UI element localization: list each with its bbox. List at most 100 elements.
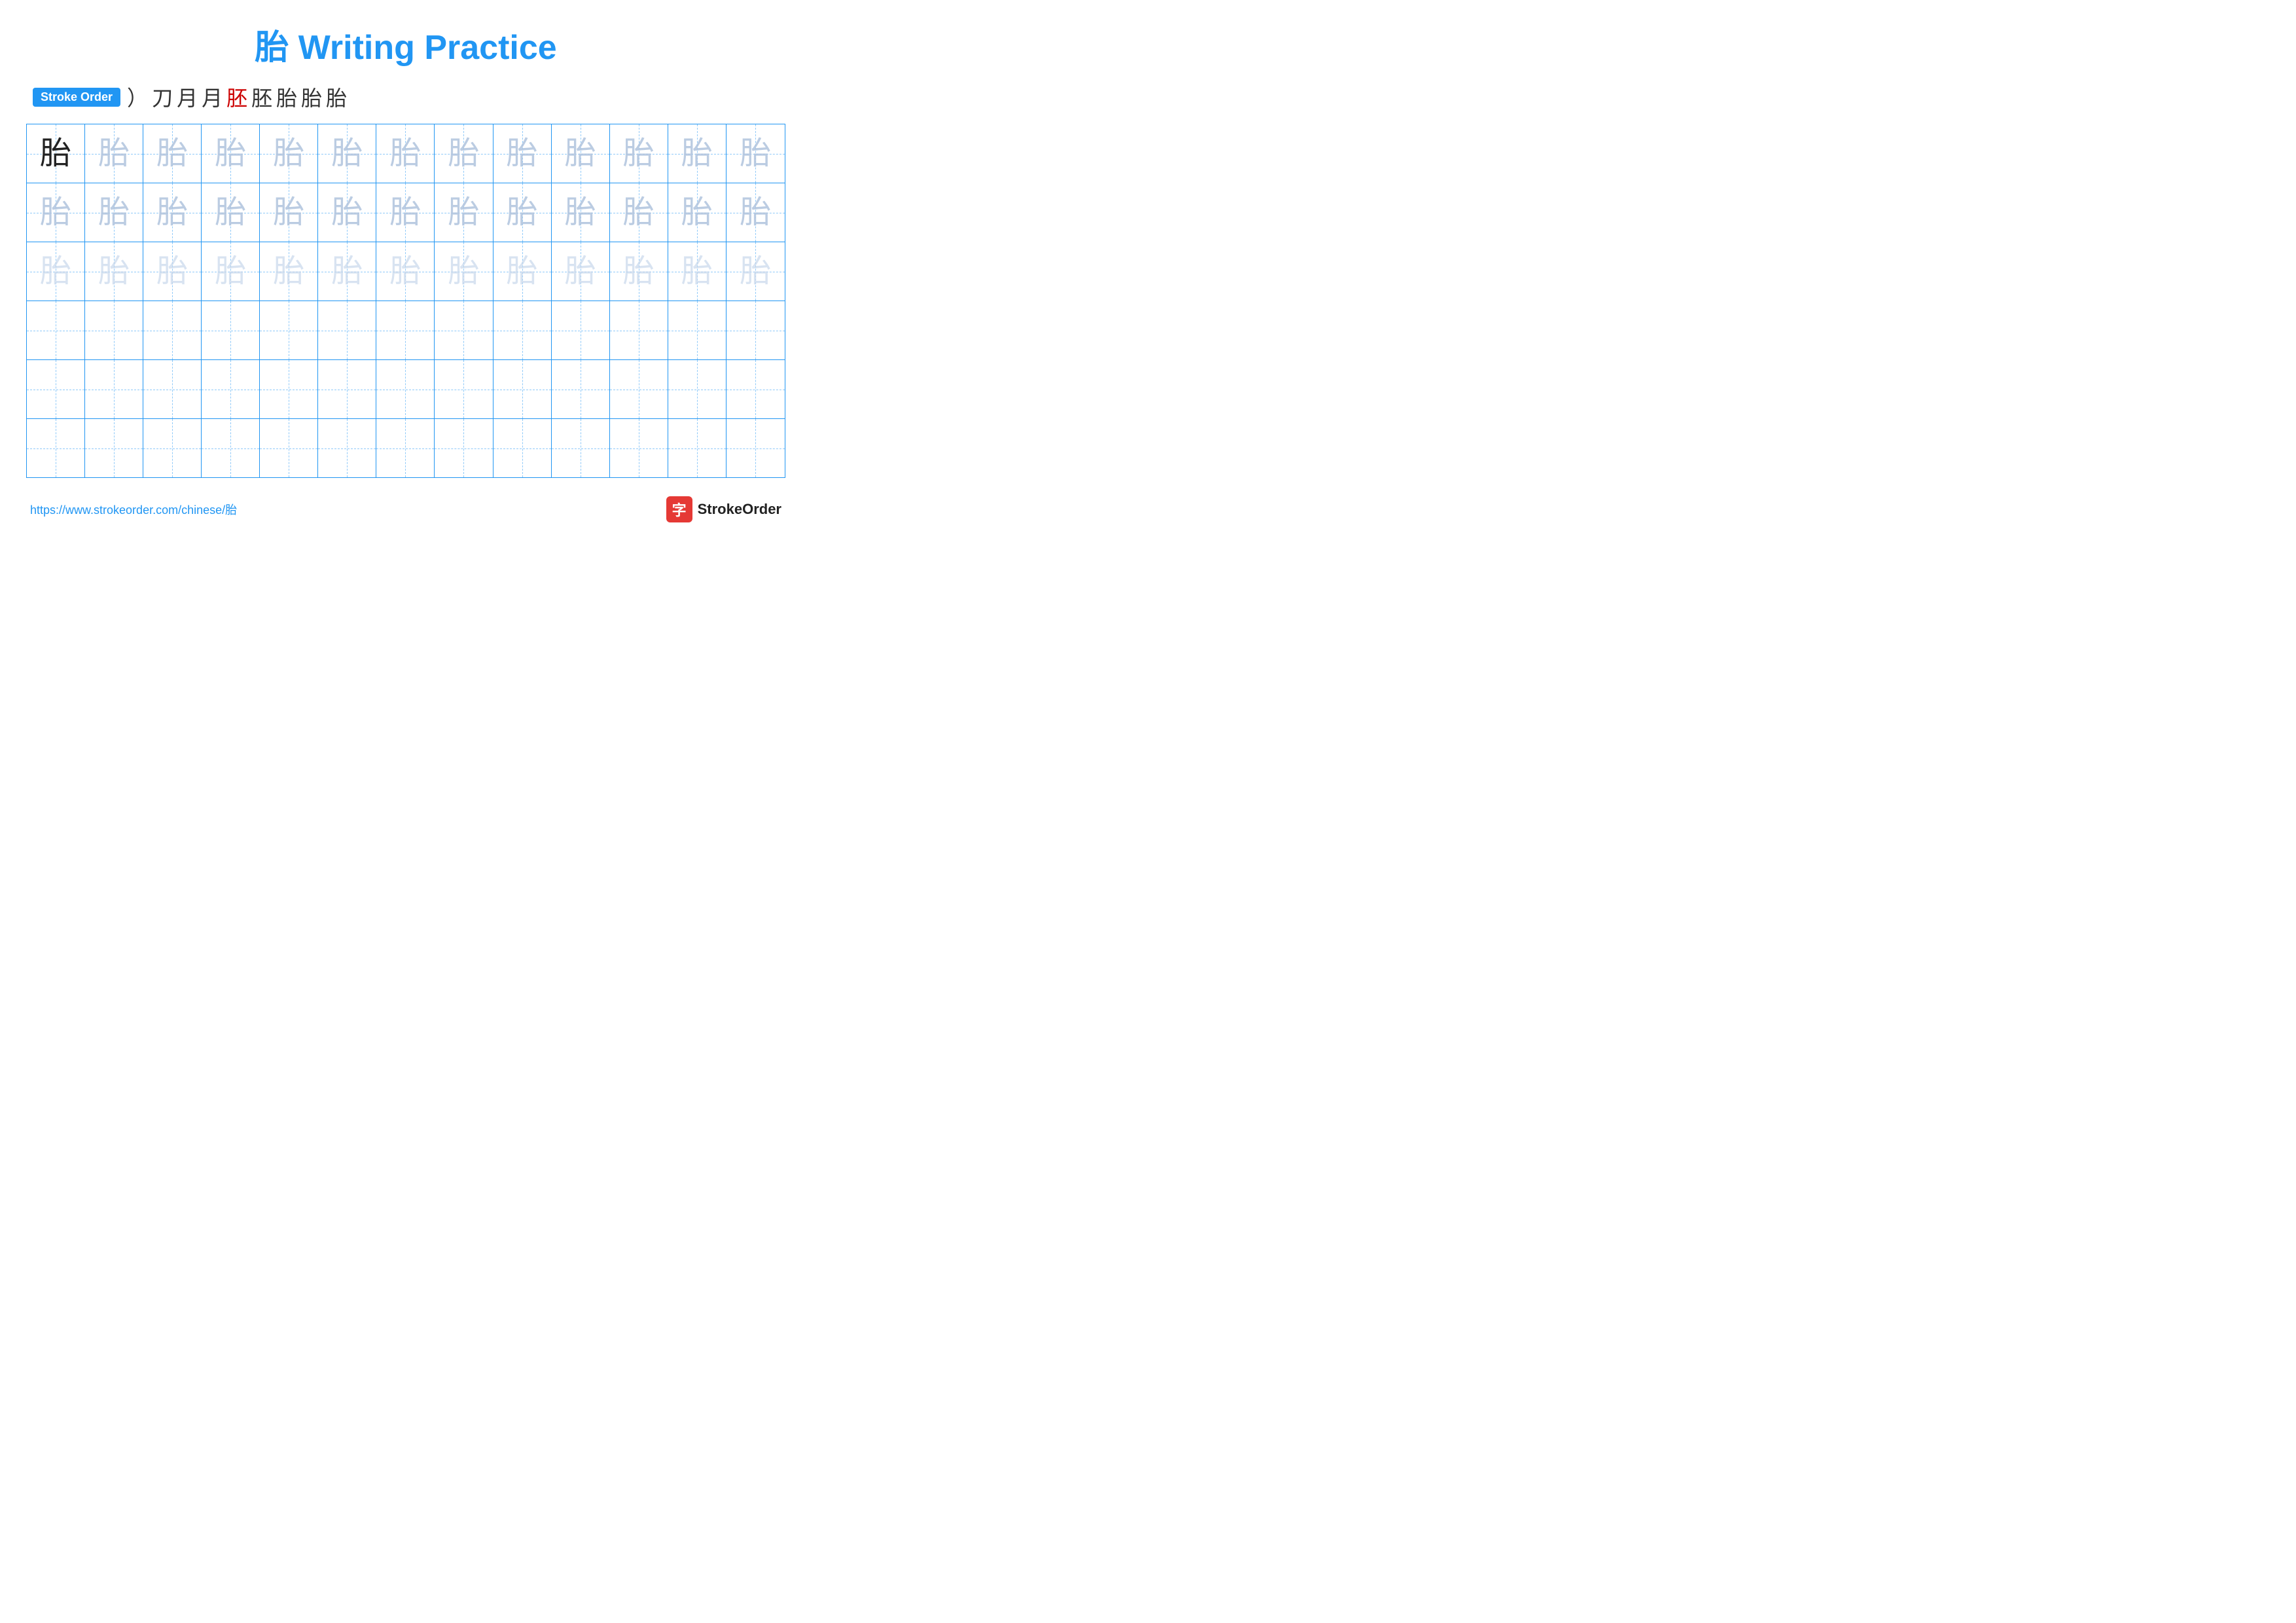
grid-cell-4-2[interactable]: [143, 301, 202, 359]
grid-cell-3-9: 胎: [552, 242, 610, 301]
grid-cell-2-4: 胎: [260, 183, 318, 242]
stroke-char-3: 月: [202, 82, 223, 112]
grid-cell-3-5: 胎: [318, 242, 376, 301]
grid-cell-5-4[interactable]: [260, 360, 318, 418]
cell-char: 胎: [681, 256, 713, 287]
cell-char: 胎: [389, 256, 421, 287]
grid-cell-6-0[interactable]: [27, 419, 85, 477]
grid-cell-4-10[interactable]: [610, 301, 668, 359]
cell-char: 胎: [681, 138, 713, 170]
grid-cell-4-5[interactable]: [318, 301, 376, 359]
cell-char: 胎: [156, 138, 188, 170]
stroke-char-2: 月: [177, 82, 198, 112]
stroke-char-8: 胎: [326, 82, 347, 112]
cell-char: 胎: [389, 138, 421, 170]
grid-cell-2-12: 胎: [726, 183, 785, 242]
cell-char: 胎: [681, 197, 713, 228]
cell-char: 胎: [215, 138, 246, 170]
grid-cell-4-4[interactable]: [260, 301, 318, 359]
stroke-char-1: 刀: [152, 82, 173, 112]
grid-cell-3-12: 胎: [726, 242, 785, 301]
grid-cell-3-4: 胎: [260, 242, 318, 301]
grid-cell-4-12[interactable]: [726, 301, 785, 359]
grid-cell-6-6[interactable]: [376, 419, 435, 477]
grid-cell-1-9: 胎: [552, 124, 610, 183]
grid-cell-2-9: 胎: [552, 183, 610, 242]
grid-row-1: 胎胎胎胎胎胎胎胎胎胎胎胎胎: [27, 124, 785, 183]
grid-row-6: [27, 419, 785, 477]
cell-char: 胎: [98, 256, 130, 287]
grid-cell-4-3[interactable]: [202, 301, 260, 359]
cell-char: 胎: [507, 197, 538, 228]
grid-cell-4-9[interactable]: [552, 301, 610, 359]
grid-cell-5-3[interactable]: [202, 360, 260, 418]
grid-cell-5-12[interactable]: [726, 360, 785, 418]
cell-char: 胎: [740, 197, 771, 228]
grid-cell-6-3[interactable]: [202, 419, 260, 477]
cell-char: 胎: [565, 256, 596, 287]
grid-cell-6-11[interactable]: [668, 419, 726, 477]
cell-char: 胎: [156, 197, 188, 228]
grid-cell-5-7[interactable]: [435, 360, 493, 418]
stroke-char-0: ）: [127, 82, 148, 112]
stroke-char-6: 胎: [276, 82, 297, 112]
footer-logo: 字 StrokeOrder: [666, 496, 781, 522]
grid-cell-6-10[interactable]: [610, 419, 668, 477]
grid-cell-1-0: 胎: [27, 124, 85, 183]
grid-cell-3-0: 胎: [27, 242, 85, 301]
logo-icon: 字: [666, 496, 692, 522]
cell-char: 胎: [565, 197, 596, 228]
cell-char: 胎: [565, 138, 596, 170]
grid-cell-3-8: 胎: [493, 242, 552, 301]
grid-cell-6-4[interactable]: [260, 419, 318, 477]
grid-cell-4-7[interactable]: [435, 301, 493, 359]
grid-row-4: [27, 301, 785, 360]
cell-char: 胎: [507, 138, 538, 170]
grid-cell-2-0: 胎: [27, 183, 85, 242]
footer: https://www.strokeorder.com/chinese/胎 字 …: [26, 496, 785, 522]
grid-row-2: 胎胎胎胎胎胎胎胎胎胎胎胎胎: [27, 183, 785, 242]
cell-char: 胎: [331, 197, 363, 228]
stroke-order-row: Stroke Order ）刀月月胚胚胎胎胎: [26, 82, 785, 112]
grid-cell-3-11: 胎: [668, 242, 726, 301]
grid-cell-2-7: 胎: [435, 183, 493, 242]
grid-cell-5-6[interactable]: [376, 360, 435, 418]
grid-cell-4-0[interactable]: [27, 301, 85, 359]
grid-cell-2-11: 胎: [668, 183, 726, 242]
grid-cell-5-10[interactable]: [610, 360, 668, 418]
grid-cell-3-6: 胎: [376, 242, 435, 301]
grid-cell-4-6[interactable]: [376, 301, 435, 359]
grid-cell-1-1: 胎: [85, 124, 143, 183]
grid-cell-4-11[interactable]: [668, 301, 726, 359]
grid-cell-2-3: 胎: [202, 183, 260, 242]
practice-grid: 胎胎胎胎胎胎胎胎胎胎胎胎胎 胎胎胎胎胎胎胎胎胎胎胎胎胎 胎胎胎胎胎胎胎胎胎胎胎胎…: [26, 124, 785, 478]
grid-cell-2-5: 胎: [318, 183, 376, 242]
grid-cell-6-8[interactable]: [493, 419, 552, 477]
grid-cell-5-5[interactable]: [318, 360, 376, 418]
grid-cell-6-9[interactable]: [552, 419, 610, 477]
grid-cell-5-8[interactable]: [493, 360, 552, 418]
grid-cell-4-8[interactable]: [493, 301, 552, 359]
grid-cell-1-7: 胎: [435, 124, 493, 183]
grid-cell-6-2[interactable]: [143, 419, 202, 477]
grid-cell-6-5[interactable]: [318, 419, 376, 477]
grid-cell-6-12[interactable]: [726, 419, 785, 477]
grid-cell-5-2[interactable]: [143, 360, 202, 418]
grid-cell-6-7[interactable]: [435, 419, 493, 477]
cell-char: 胎: [448, 138, 479, 170]
grid-cell-2-8: 胎: [493, 183, 552, 242]
grid-cell-6-1[interactable]: [85, 419, 143, 477]
grid-cell-2-2: 胎: [143, 183, 202, 242]
cell-char: 胎: [623, 138, 655, 170]
grid-cell-4-1[interactable]: [85, 301, 143, 359]
grid-cell-5-1[interactable]: [85, 360, 143, 418]
stroke-sequence: ）刀月月胚胚胎胎胎: [127, 82, 347, 112]
grid-cell-5-9[interactable]: [552, 360, 610, 418]
grid-cell-5-0[interactable]: [27, 360, 85, 418]
cell-char: 胎: [331, 138, 363, 170]
cell-char: 胎: [215, 197, 246, 228]
cell-char: 胎: [98, 197, 130, 228]
grid-cell-5-11[interactable]: [668, 360, 726, 418]
cell-char: 胎: [273, 197, 304, 228]
grid-cell-2-10: 胎: [610, 183, 668, 242]
